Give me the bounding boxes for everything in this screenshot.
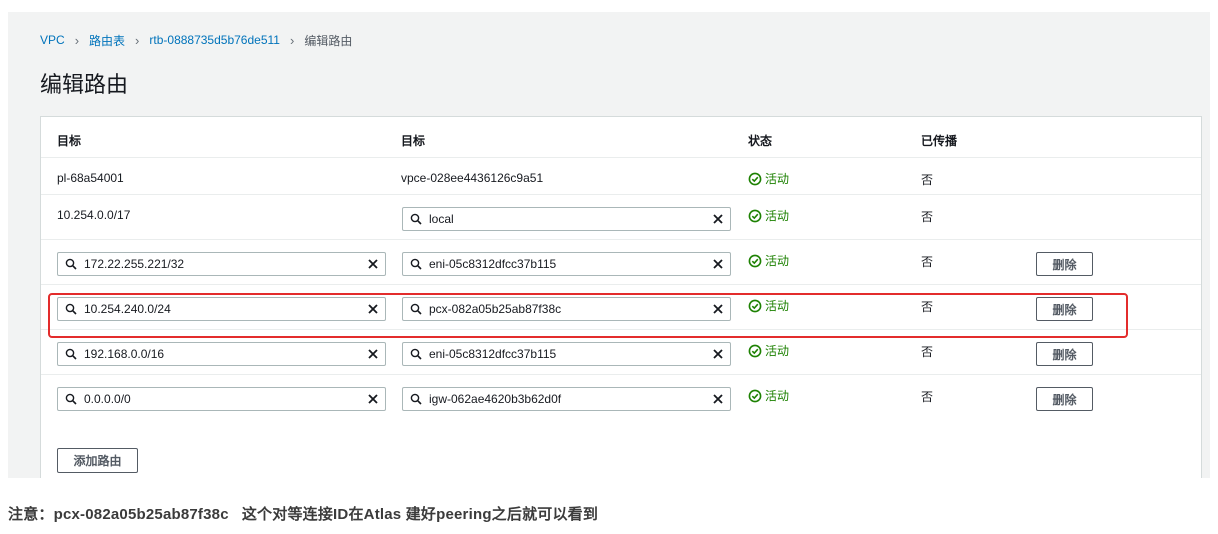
target-input[interactable]: local [402, 207, 731, 231]
target-input-value: local [429, 212, 454, 226]
status-badge: 活动 [748, 342, 789, 359]
status-label: 活动 [765, 344, 790, 358]
target-input[interactable]: pcx-082a05b25ab87f38c [402, 297, 731, 321]
breadcrumb-vpc[interactable]: VPC [40, 33, 65, 47]
table-row: 10.254.0.0/17 local 活动 否 [41, 195, 1201, 240]
status-badge: 活动 [748, 297, 789, 314]
status-badge: 活动 [748, 387, 789, 404]
table-row: 172.22.255.221/32 eni-05c8312dfcc37b115 … [41, 240, 1201, 285]
chevron-right-icon: › [135, 32, 140, 48]
remove-button[interactable]: 删除 [1036, 387, 1093, 411]
destination-input[interactable]: 172.22.255.221/32 [57, 252, 386, 276]
status-label: 活动 [765, 209, 790, 223]
search-icon [58, 253, 84, 275]
remove-button[interactable]: 删除 [1036, 342, 1093, 366]
route-destination: 10.254.0.0/17 [57, 208, 131, 222]
check-circle-icon [748, 254, 762, 267]
close-icon[interactable] [361, 343, 385, 365]
chevron-right-icon: › [74, 32, 80, 48]
status-label: 活动 [765, 172, 790, 186]
target-input-value: eni-05c8312dfcc37b115 [429, 347, 557, 361]
breadcrumb: VPC › 路由表 › rtb-0888735d5b76de511 › 编辑路由 [40, 32, 352, 48]
breadcrumb-current: 编辑路由 [304, 33, 353, 48]
close-icon[interactable] [706, 208, 730, 230]
destination-input[interactable]: 192.168.0.0/16 [57, 342, 386, 366]
table-row: pl-68a54001 vpce-028ee4436126c9a51 活动 否 [41, 158, 1201, 195]
route-propagated: 否 [921, 210, 934, 224]
table-header: 目标 目标 状态 已传播 [41, 117, 1201, 158]
remove-button[interactable]: 删除 [1036, 252, 1093, 276]
route-propagated: 否 [921, 300, 934, 314]
column-header-target: 目标 [401, 134, 426, 148]
check-circle-icon [748, 209, 762, 222]
route-propagated: 否 [921, 345, 934, 359]
console-page: VPC › 路由表 › rtb-0888735d5b76de511 › 编辑路由… [8, 12, 1210, 478]
target-input-value: pcx-082a05b25ab87f38c [429, 302, 562, 316]
chevron-right-icon: › [289, 32, 295, 48]
column-header-propagated: 已传播 [921, 134, 958, 148]
search-icon [58, 388, 84, 410]
status-badge: 活动 [748, 170, 789, 187]
target-input-value: igw-062ae4620b3b62d0f [429, 392, 562, 406]
breadcrumb-route-tables[interactable]: 路由表 [89, 32, 125, 49]
column-header-status: 状态 [748, 134, 773, 148]
note-text: 注意：pcx-082a05b25ab87f38c 这个对等连接ID在Atlas … [8, 506, 599, 523]
search-icon [403, 208, 429, 230]
destination-input[interactable]: 10.254.240.0/24 [57, 297, 386, 321]
destination-input-value: 192.168.0.0/16 [84, 347, 165, 361]
search-icon [403, 343, 429, 365]
search-icon [58, 343, 84, 365]
table-row: 0.0.0.0/0 igw-062ae4620b3b62d0f 活动 否 删除 [41, 375, 1201, 420]
destination-input-value: 172.22.255.221/32 [84, 257, 185, 271]
route-propagated: 否 [921, 255, 934, 269]
remove-button[interactable]: 删除 [1036, 297, 1093, 321]
close-icon[interactable] [361, 388, 385, 410]
add-route-button[interactable]: 添加路由 [57, 448, 138, 473]
target-input[interactable]: eni-05c8312dfcc37b115 [402, 342, 731, 366]
close-icon[interactable] [706, 253, 730, 275]
target-input-value: eni-05c8312dfcc37b115 [429, 257, 557, 271]
search-icon [58, 298, 84, 320]
route-target: vpce-028ee4436126c9a51 [401, 171, 544, 185]
status-label: 活动 [765, 389, 790, 403]
route-propagated: 否 [921, 173, 934, 187]
close-icon[interactable] [706, 388, 730, 410]
status-badge: 活动 [748, 207, 789, 224]
route-propagated: 否 [921, 390, 934, 404]
close-icon[interactable] [361, 298, 385, 320]
check-circle-icon [748, 344, 762, 357]
route-destination: pl-68a54001 [57, 171, 124, 185]
destination-input-value: 10.254.240.0/24 [84, 302, 171, 316]
search-icon [403, 253, 429, 275]
close-icon[interactable] [706, 343, 730, 365]
check-circle-icon [748, 389, 762, 402]
table-row: 10.254.240.0/24 pcx-082a05b25ab87f38c 活动… [41, 285, 1201, 330]
page-title: 编辑路由 [40, 72, 129, 97]
status-badge: 活动 [748, 252, 789, 269]
search-icon [403, 388, 429, 410]
breadcrumb-route-table-id[interactable]: rtb-0888735d5b76de511 [149, 33, 280, 47]
close-icon[interactable] [706, 298, 730, 320]
close-icon[interactable] [361, 253, 385, 275]
routes-panel: 目标 目标 状态 已传播 pl-68a54001 vpce-028ee44361… [40, 116, 1202, 478]
check-circle-icon [748, 172, 762, 185]
destination-input-value: 0.0.0.0/0 [84, 392, 131, 406]
table-row: 192.168.0.0/16 eni-05c8312dfcc37b115 活动 … [41, 330, 1201, 375]
status-label: 活动 [765, 254, 790, 268]
column-header-destination: 目标 [57, 134, 82, 148]
status-label: 活动 [765, 299, 790, 313]
destination-input[interactable]: 0.0.0.0/0 [57, 387, 386, 411]
check-circle-icon [748, 299, 762, 312]
target-input[interactable]: eni-05c8312dfcc37b115 [402, 252, 731, 276]
search-icon [403, 298, 429, 320]
target-input[interactable]: igw-062ae4620b3b62d0f [402, 387, 731, 411]
